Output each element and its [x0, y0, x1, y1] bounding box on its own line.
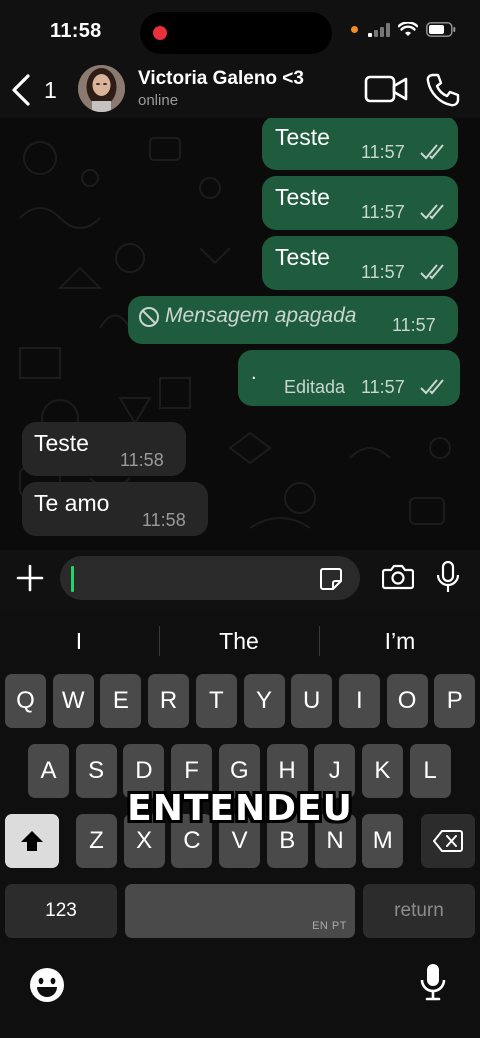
attach-button[interactable]: [16, 564, 44, 597]
chevron-left-icon: [12, 74, 30, 106]
dictation-button[interactable]: [419, 962, 447, 1007]
contact-status: online: [138, 92, 179, 109]
camera-icon: [381, 564, 415, 590]
message-list[interactable]: Teste 11:57 Teste 11:57 Teste 11:57 Mens…: [0, 118, 480, 550]
double-check-read-icon: [420, 204, 444, 220]
key-y[interactable]: Y: [243, 674, 285, 728]
deleted-message[interactable]: Mensagem apagada 11:57: [128, 296, 458, 344]
key-w[interactable]: W: [52, 674, 94, 728]
text-caret: [71, 566, 74, 592]
edited-label: Editada: [284, 377, 346, 397]
edited-message[interactable]: . Editada 11:57: [238, 350, 460, 406]
cellular-signal-icon: [368, 22, 390, 37]
return-key[interactable]: return: [363, 884, 475, 938]
recording-indicator-icon: [153, 26, 167, 40]
outgoing-message[interactable]: Teste 11:57: [262, 118, 458, 170]
outgoing-message[interactable]: Teste 11:57: [262, 236, 458, 290]
contact-name[interactable]: Victoria Galeno <3: [138, 68, 304, 90]
prohibited-icon: [139, 307, 159, 327]
mic-icon: [436, 560, 460, 592]
key-u[interactable]: U: [291, 674, 333, 728]
key-e[interactable]: E: [100, 674, 142, 728]
numbers-key-label: 123: [45, 900, 77, 921]
status-icons: [351, 22, 456, 37]
message-time: 11:57: [392, 315, 436, 335]
battery-icon: [426, 22, 456, 37]
message-text: Teste: [275, 244, 330, 270]
outgoing-message[interactable]: Teste 11:57: [262, 176, 458, 230]
key-o[interactable]: O: [386, 674, 428, 728]
numbers-key[interactable]: 123: [5, 884, 117, 938]
contact-avatar[interactable]: [78, 65, 125, 112]
wifi-icon: [398, 22, 418, 36]
key-t[interactable]: T: [195, 674, 237, 728]
message-composer: [0, 550, 480, 610]
keyboard-language-label: EN PT: [312, 920, 347, 932]
microphone-icon: [420, 964, 446, 1001]
double-check-read-icon: [420, 144, 444, 160]
sticker-icon: [320, 568, 342, 590]
voice-call-button[interactable]: [424, 72, 460, 113]
unread-count: 1: [44, 76, 57, 103]
suggestion-3[interactable]: I’m: [320, 620, 480, 662]
incoming-message[interactable]: Teste 11:58: [22, 422, 186, 476]
back-button[interactable]: 1: [10, 70, 57, 110]
deleted-message-text: Mensagem apagada: [165, 304, 357, 327]
message-time: 11:58: [142, 510, 186, 530]
phone-icon: [426, 73, 460, 107]
plus-icon: [16, 564, 44, 592]
message-text: Teste: [275, 124, 330, 150]
voice-message-button[interactable]: [436, 560, 460, 599]
sticker-button[interactable]: [319, 567, 343, 596]
suggestion-1[interactable]: I: [0, 620, 158, 662]
key-r[interactable]: R: [148, 674, 190, 728]
message-time: 11:57: [361, 142, 405, 162]
video-camera-icon: [364, 75, 408, 103]
incoming-message[interactable]: Te amo 11:58: [22, 482, 208, 536]
backspace-icon: [433, 830, 463, 852]
message-time: 11:57: [361, 262, 405, 282]
dynamic-island: [140, 12, 332, 54]
message-text: Teste: [34, 430, 89, 456]
message-text: .: [251, 362, 257, 384]
key-p[interactable]: P: [434, 674, 476, 728]
suggestion-2[interactable]: The: [160, 620, 318, 662]
message-time: 11:58: [120, 450, 164, 470]
key-i[interactable]: I: [338, 674, 380, 728]
mic-in-use-indicator-icon: [351, 26, 358, 33]
message-text: Te amo: [34, 490, 110, 516]
emoji-button[interactable]: [28, 966, 66, 1009]
shift-arrow-icon: [21, 831, 43, 851]
double-check-read-icon: [420, 379, 444, 395]
key-q[interactable]: Q: [5, 674, 46, 728]
emoji-icon: [30, 968, 64, 1002]
camera-button[interactable]: [381, 564, 415, 595]
return-key-label: return: [394, 900, 444, 921]
avatar-photo: [78, 65, 125, 112]
space-key[interactable]: EN PT: [125, 884, 355, 938]
message-time: 11:57: [361, 377, 405, 397]
video-caption-overlay: ENTENDEU: [127, 788, 353, 829]
chat-header: 1 Victoria Galeno <3 online: [0, 62, 480, 118]
message-time: 11:57: [361, 202, 405, 222]
status-bar: 11:58: [0, 0, 480, 62]
video-call-button[interactable]: [364, 74, 408, 109]
message-text: Teste: [275, 184, 330, 210]
double-check-read-icon: [420, 264, 444, 280]
status-time: 11:58: [50, 20, 102, 42]
message-input[interactable]: [60, 556, 360, 600]
